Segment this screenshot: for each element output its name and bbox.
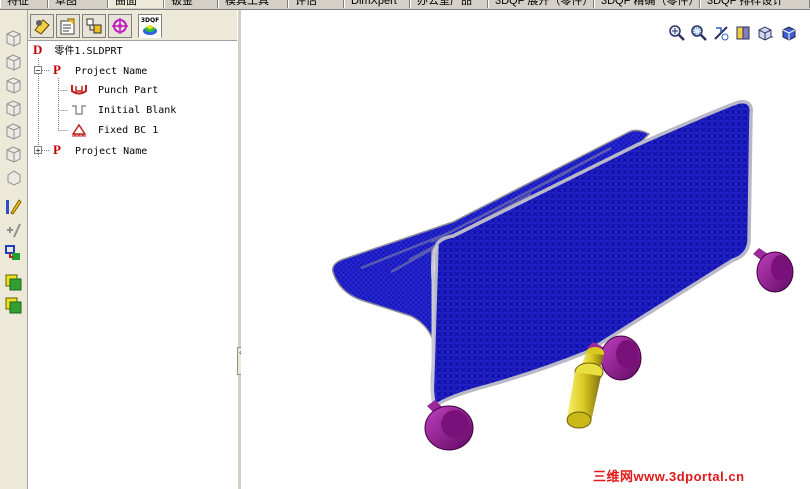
tree-item-initial-blank[interactable]: Initial Blank [70, 102, 176, 118]
planar-surface-icon[interactable] [4, 167, 23, 186]
command-manager-tabs: 特征 草图 曲面 钣金 模具工具 评估 DimXpert 办公室产品 3DQF … [0, 0, 810, 10]
dimxpert-manager-icon [112, 18, 128, 34]
project-letter-icon: P [53, 62, 61, 77]
tab-sheet-metal[interactable]: 钣金 [164, 0, 218, 8]
move-face-icon[interactable] [4, 273, 23, 292]
trim-surface-icon[interactable] [4, 220, 23, 239]
3dqf-label: 3DQF [141, 17, 159, 24]
tab-3dqf-nesting[interactable]: 3DQF 排样设计 [700, 0, 810, 8]
fixed-bc-icon [71, 123, 87, 137]
tree-item-label: Initial Blank [98, 105, 177, 116]
revolved-surface-icon[interactable] [4, 52, 23, 71]
tree-project-1-label: Project Name [74, 66, 148, 77]
tab-evaluate[interactable]: 评估 [288, 0, 344, 8]
support-left [424, 400, 474, 451]
swept-surface-icon[interactable] [4, 75, 23, 94]
project-expand-toggle[interactable]: + [34, 146, 42, 155]
feature-manager-tab[interactable] [30, 14, 54, 38]
sketch-edit-icon[interactable] [4, 197, 23, 216]
configuration-manager-icon [86, 18, 102, 34]
3dqf-tab[interactable]: 3DQF [138, 14, 162, 38]
lofted-surface-icon[interactable] [4, 98, 23, 117]
feature-manager-panel: 3DQF D 零件1.SLDPRT − P Project Name Punch [28, 10, 238, 489]
manager-tabs: 3DQF [28, 10, 237, 41]
property-manager-tab[interactable] [56, 14, 80, 38]
dimxpert-manager-tab[interactable] [108, 14, 132, 38]
feature-manager-icon [34, 19, 50, 35]
tab-office-products[interactable]: 办公室产品 [410, 0, 488, 8]
site-watermark: 三维网www.3dportal.cn [593, 469, 745, 484]
tree-project-2-label: Project Name [74, 146, 148, 157]
replace-face-icon[interactable] [4, 296, 23, 315]
project-collapse-toggle[interactable]: − [34, 66, 42, 75]
tab-dimxpert[interactable]: DimXpert [344, 0, 410, 8]
tree-project-2[interactable]: P Project Name [53, 142, 147, 158]
boundary-surface-icon[interactable] [4, 121, 23, 140]
tab-mold-tools[interactable]: 模具工具 [218, 0, 288, 8]
3dqf-icon: 3DQF [141, 17, 159, 35]
tab-3dqf-unfold[interactable]: 3DQF 展开（零件） [488, 0, 594, 8]
initial-blank-icon [72, 105, 86, 115]
tab-sketch[interactable]: 草图 [48, 0, 108, 8]
tab-3dqf-precise[interactable]: 3DQF 精确（零件） [594, 0, 700, 8]
extruded-surface-icon[interactable] [4, 28, 23, 47]
left-toolbar [0, 10, 28, 489]
tree-item-label: Fixed BC 1 [98, 125, 159, 136]
punch-part-icon [71, 85, 87, 95]
tree-item-fixed-bc[interactable]: Fixed BC 1 [70, 122, 158, 138]
graphics-area[interactable] [241, 10, 810, 489]
offset-surface-icon[interactable] [4, 144, 23, 163]
project-letter-icon: P [53, 142, 61, 157]
configuration-manager-tab[interactable] [82, 14, 106, 38]
tab-features[interactable]: 特征 [0, 0, 48, 8]
tab-surfaces[interactable]: 曲面 [108, 0, 164, 8]
tree-project-1[interactable]: P Project Name [53, 62, 147, 78]
part-model-view [331, 100, 794, 451]
tree-item-label: Punch Part [98, 85, 159, 96]
support-right [753, 248, 794, 293]
property-manager-icon [60, 18, 75, 35]
tree-item-punch-part[interactable]: Punch Part [70, 82, 158, 98]
knit-surface-icon[interactable] [4, 243, 23, 262]
